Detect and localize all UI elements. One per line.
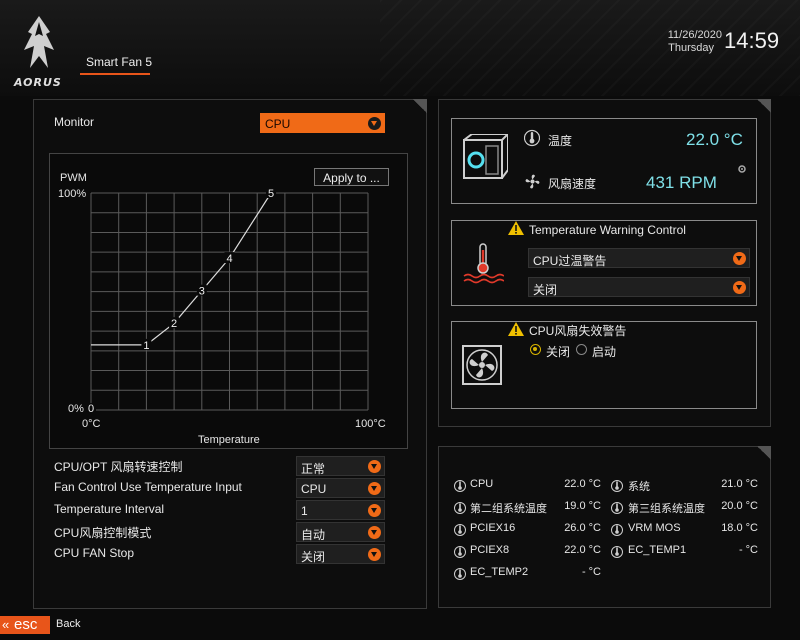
setting-select-value: 自动	[301, 528, 326, 542]
thermometer-icon	[611, 524, 623, 536]
double-chevron-left-icon: «	[2, 617, 10, 632]
fan-fail-on-label: 启动	[592, 345, 617, 359]
temperature-warning-select[interactable]: CPU过温警告	[528, 248, 750, 268]
temperature-label: 温度	[548, 134, 573, 148]
setting-select[interactable]: 关闭	[296, 544, 385, 564]
sensor-name: 第三组系统温度	[628, 503, 705, 515]
setting-label: CPU风扇控制模式	[54, 526, 152, 540]
time-display: 14:59	[724, 28, 780, 53]
setting-select-value: CPU	[301, 482, 327, 496]
thermometer-heat-icon	[463, 243, 504, 284]
warning-icon	[508, 322, 524, 336]
sensor-name: CPU	[470, 478, 494, 490]
brand-wordmark: AORUS	[14, 76, 62, 89]
fan-curve-panel	[49, 153, 408, 449]
thermometer-icon	[454, 502, 466, 514]
sensor-value: 26.0 °C	[564, 522, 601, 534]
sensor-value: 22.0 °C	[564, 478, 601, 490]
chevron-down-icon	[368, 482, 381, 495]
setting-select[interactable]: 正常	[296, 456, 385, 476]
setting-select-value: 1	[301, 504, 308, 518]
sensor-value: - °C	[581, 566, 601, 578]
chevron-down-icon	[368, 526, 381, 539]
monitor-select-value: CPU	[265, 117, 291, 131]
thermometer-icon	[454, 546, 466, 558]
y-axis-title: PWM	[60, 172, 87, 184]
fan-fail-off-label: 关闭	[546, 345, 571, 359]
chevron-down-icon	[733, 281, 746, 294]
setting-select-value: 关闭	[301, 550, 326, 564]
sensor-value: 19.0 °C	[564, 500, 601, 512]
back-label[interactable]: Back	[56, 618, 80, 630]
sensor-name: 系统	[628, 481, 650, 493]
chevron-down-icon	[733, 252, 746, 265]
sensor-name: VRM MOS	[628, 522, 681, 534]
fan-fail-warning-title: CPU风扇失效警告	[529, 324, 627, 338]
setting-select[interactable]: 1	[296, 500, 385, 520]
chevron-down-icon	[368, 504, 381, 517]
thermometer-icon	[454, 568, 466, 580]
thermometer-icon	[611, 480, 623, 492]
pc-case-icon	[463, 134, 508, 179]
fan-icon	[525, 174, 540, 189]
case-fan-icon	[462, 345, 502, 385]
sensor-name: PCIEX16	[470, 522, 516, 534]
sensor-name: EC_TEMP1	[628, 544, 687, 556]
chevron-down-icon	[368, 117, 381, 130]
date-display: 11/26/2020	[667, 29, 722, 41]
sensor-name: EC_TEMP2	[470, 566, 529, 578]
chevron-down-icon	[368, 460, 381, 473]
setting-label: CPU FAN Stop	[54, 546, 135, 560]
monitor-label: Monitor	[54, 115, 95, 129]
sensor-value: 21.0 °C	[721, 478, 758, 490]
thermometer-icon	[454, 524, 466, 536]
y-axis-max-label: 100%	[58, 188, 87, 200]
sensor-name: PCIEX8	[470, 544, 510, 556]
x-axis-max-label: 100°C	[355, 418, 386, 430]
setting-select-value: 正常	[301, 462, 326, 476]
setting-select[interactable]: 自动	[296, 522, 385, 542]
temperature-warning-level-select[interactable]: 关闭	[528, 277, 750, 297]
temperature-warning-title: Temperature Warning Control	[529, 223, 686, 237]
temperature-warning-select-value: CPU过温警告	[533, 254, 607, 268]
apply-to-button[interactable]: Apply to ...	[314, 168, 389, 186]
x-axis-title: Temperature	[198, 434, 260, 446]
sensor-name: 第二组系统温度	[470, 503, 547, 515]
weekday-display: Thursday	[668, 42, 714, 54]
x-axis-min-label: 0°C	[82, 418, 101, 430]
fan-speed-value: 431 RPM	[646, 173, 717, 192]
thermometer-icon	[611, 546, 623, 558]
thermometer-icon	[524, 129, 540, 147]
warning-icon	[508, 221, 524, 235]
fan-speed-label: 风扇速度	[548, 177, 597, 191]
gear-icon[interactable]	[737, 164, 747, 174]
temperature-warning-level-value: 关闭	[533, 283, 558, 297]
fan-fail-on-radio[interactable]	[576, 344, 587, 355]
y-axis-min-label: 0%	[68, 403, 84, 415]
sensor-value: 18.0 °C	[721, 522, 758, 534]
sensor-value: 20.0 °C	[721, 500, 758, 512]
thermometer-icon	[611, 502, 623, 514]
setting-label: Temperature Interval	[54, 502, 165, 516]
fan-fail-off-radio[interactable]	[530, 344, 541, 355]
page-title: Smart Fan 5	[86, 55, 153, 69]
thermometer-icon	[454, 480, 466, 492]
title-underline	[80, 73, 150, 75]
temperature-value: 22.0 °C	[686, 130, 743, 149]
monitor-select[interactable]: CPU	[260, 113, 385, 133]
sensor-value: 22.0 °C	[564, 544, 601, 556]
setting-label: CPU/OPT 风扇转速控制	[54, 460, 183, 474]
setting-label: Fan Control Use Temperature Input	[54, 480, 242, 494]
setting-select[interactable]: CPU	[296, 478, 385, 498]
chevron-down-icon	[368, 548, 381, 561]
sensor-value: - °C	[738, 544, 758, 556]
